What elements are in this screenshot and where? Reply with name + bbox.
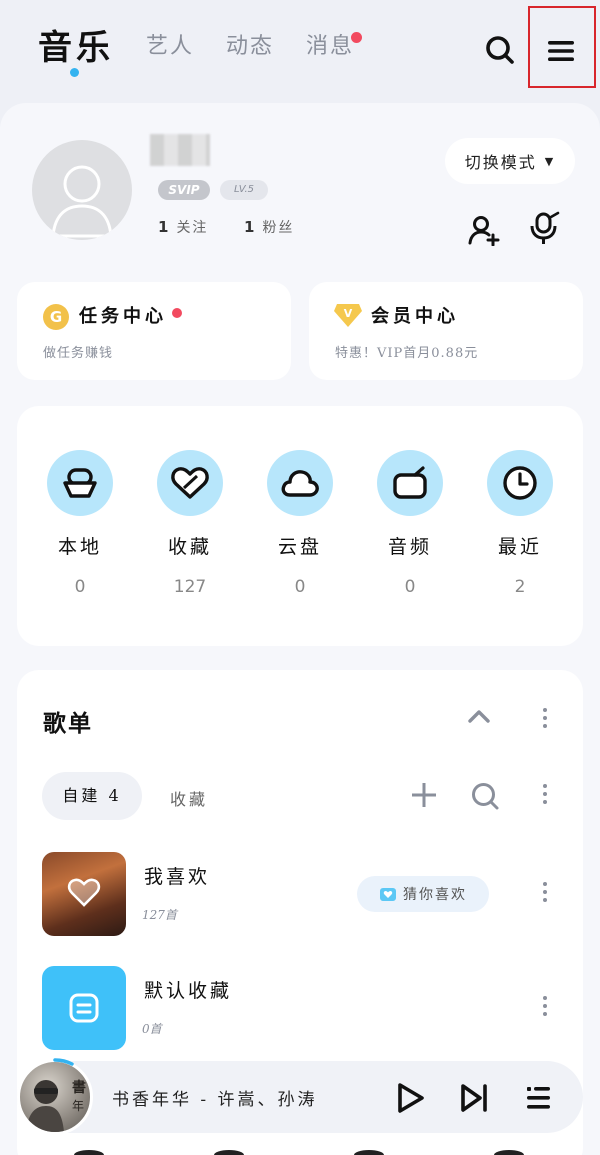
following-label: 关注 (176, 220, 209, 236)
task-center-subtitle: 做任务赚钱 (43, 346, 114, 361)
tab-messages[interactable]: 消息 (306, 28, 354, 60)
queue-icon (527, 1087, 550, 1109)
quick-recent-label: 最近 (497, 536, 542, 558)
now-playing-title: 书香年华 - 许嵩、孙涛 (112, 1090, 318, 1110)
quick-cloud-count: 0 (294, 577, 306, 597)
heart-radio-icon (380, 888, 396, 901)
user-placeholder-icon (51, 165, 113, 238)
task-notification-dot (172, 308, 182, 318)
svg-text:V: V (344, 307, 353, 320)
tab-feed[interactable]: 动态 (226, 28, 274, 60)
playlist-name[interactable]: 默认收藏 (144, 976, 232, 1003)
quick-cloud[interactable]: 云盘 0 (250, 450, 350, 597)
task-center-title: 任务中心 (79, 306, 167, 327)
quick-cloud-label: 云盘 (277, 536, 322, 558)
quick-local-count: 0 (74, 577, 86, 597)
top-navigation: 音乐 艺人 动态 消息 (0, 0, 600, 100)
tab-created-playlists[interactable]: 自建 4 (42, 772, 142, 820)
next-button[interactable] (457, 1081, 491, 1115)
add-playlist-button[interactable] (409, 780, 439, 810)
search-button[interactable] (480, 30, 520, 70)
followers-label: 粉丝 (262, 220, 295, 236)
playlist-options-icon[interactable] (542, 784, 548, 804)
vip-diamond-icon: V (334, 304, 362, 327)
quick-collect-label: 收藏 (167, 536, 212, 558)
quick-audio-label: 音频 (387, 536, 432, 558)
quick-access-card: 本地 0 收藏 127 云盘 0 音频 0 最近 2 (17, 406, 583, 646)
quick-audio-count: 0 (404, 577, 416, 597)
tab-collected-playlists[interactable]: 收藏 (170, 786, 208, 810)
playlist-name[interactable]: 我喜欢 (144, 862, 210, 889)
liked-songs-cover[interactable] (42, 852, 126, 936)
bottom-tab-hint (74, 1150, 104, 1155)
quick-local-label: 本地 (57, 536, 102, 558)
quick-collect-count: 127 (173, 577, 207, 597)
default-collect-cover[interactable] (42, 966, 126, 1050)
mini-player[interactable]: 書年 书香年华 - 许嵩、孙涛 (17, 1058, 583, 1135)
progress-ring (53, 1058, 74, 1066)
username-blurred (150, 134, 210, 166)
cloud-icon (281, 470, 319, 497)
clock-icon (503, 466, 537, 500)
next-icon (461, 1084, 487, 1112)
play-icon (398, 1083, 424, 1113)
collapse-button[interactable] (465, 704, 493, 728)
more-options-icon[interactable] (542, 708, 548, 728)
scan-button[interactable] (526, 210, 562, 246)
plus-icon (412, 783, 436, 807)
tab-artists[interactable]: 艺人 (146, 28, 194, 60)
playlist-count: 127首 (142, 908, 177, 922)
playlists-title: 歌单 (43, 711, 93, 737)
followers-count: 1 (244, 218, 255, 236)
bottom-tab-hint (354, 1150, 384, 1155)
avatar[interactable] (32, 140, 132, 240)
svip-badge: SVIP (158, 180, 210, 200)
active-tab-indicator (70, 68, 79, 77)
task-center-card[interactable]: G 任务中心 做任务赚钱 (17, 282, 291, 380)
play-button[interactable] (393, 1081, 427, 1115)
search-icon (486, 36, 514, 64)
messages-notification-dot (351, 32, 362, 43)
guess-you-like-button[interactable]: 猜你喜欢 (357, 876, 489, 912)
vip-center-title: 会员中心 (371, 306, 459, 327)
row-options-icon[interactable] (542, 996, 548, 1016)
playlist-icon (69, 993, 99, 1023)
heart-icon (67, 878, 101, 907)
caret-down-icon: ▼ (544, 154, 556, 168)
coin-icon: G (43, 304, 69, 330)
guess-you-like-label: 猜你喜欢 (403, 887, 467, 903)
quick-recent[interactable]: 最近 2 (470, 450, 570, 597)
quick-local[interactable]: 本地 0 (30, 450, 130, 597)
audio-icon (393, 466, 427, 499)
quick-recent-count: 2 (514, 577, 526, 597)
add-friend-icon (468, 216, 500, 246)
chevron-up-icon (468, 710, 490, 723)
bottom-tab-hint (214, 1150, 244, 1155)
playlist-queue-button[interactable] (521, 1081, 555, 1115)
following-count: 1 (158, 218, 169, 236)
quick-audio[interactable]: 音频 0 (360, 450, 460, 597)
search-icon (472, 783, 499, 810)
playlist-count: 0首 (142, 1022, 162, 1036)
vip-center-subtitle: 特惠！VIP首月0.88元 (335, 346, 479, 361)
switch-mode-button[interactable]: 切换模式 ▼ (445, 138, 575, 184)
tab-music[interactable]: 音乐 (38, 20, 114, 69)
row-options-icon[interactable] (542, 882, 548, 902)
add-friend-button[interactable] (466, 212, 502, 248)
local-icon (63, 468, 97, 498)
level-badge: LV.5 (220, 180, 268, 200)
vip-center-card[interactable]: V 会员中心 特惠！VIP首月0.88元 (309, 282, 583, 380)
mic-icon (530, 211, 560, 244)
bottom-tab-hint (494, 1150, 524, 1155)
following-stat[interactable]: 1 关注 (158, 217, 208, 237)
followers-stat[interactable]: 1 粉丝 (244, 217, 294, 237)
collect-icon (171, 467, 209, 499)
switch-mode-label: 切换模式 (464, 153, 537, 172)
menu-highlight-box (528, 6, 596, 88)
quick-collect[interactable]: 收藏 127 (140, 450, 240, 597)
search-playlist-button[interactable] (469, 780, 501, 812)
